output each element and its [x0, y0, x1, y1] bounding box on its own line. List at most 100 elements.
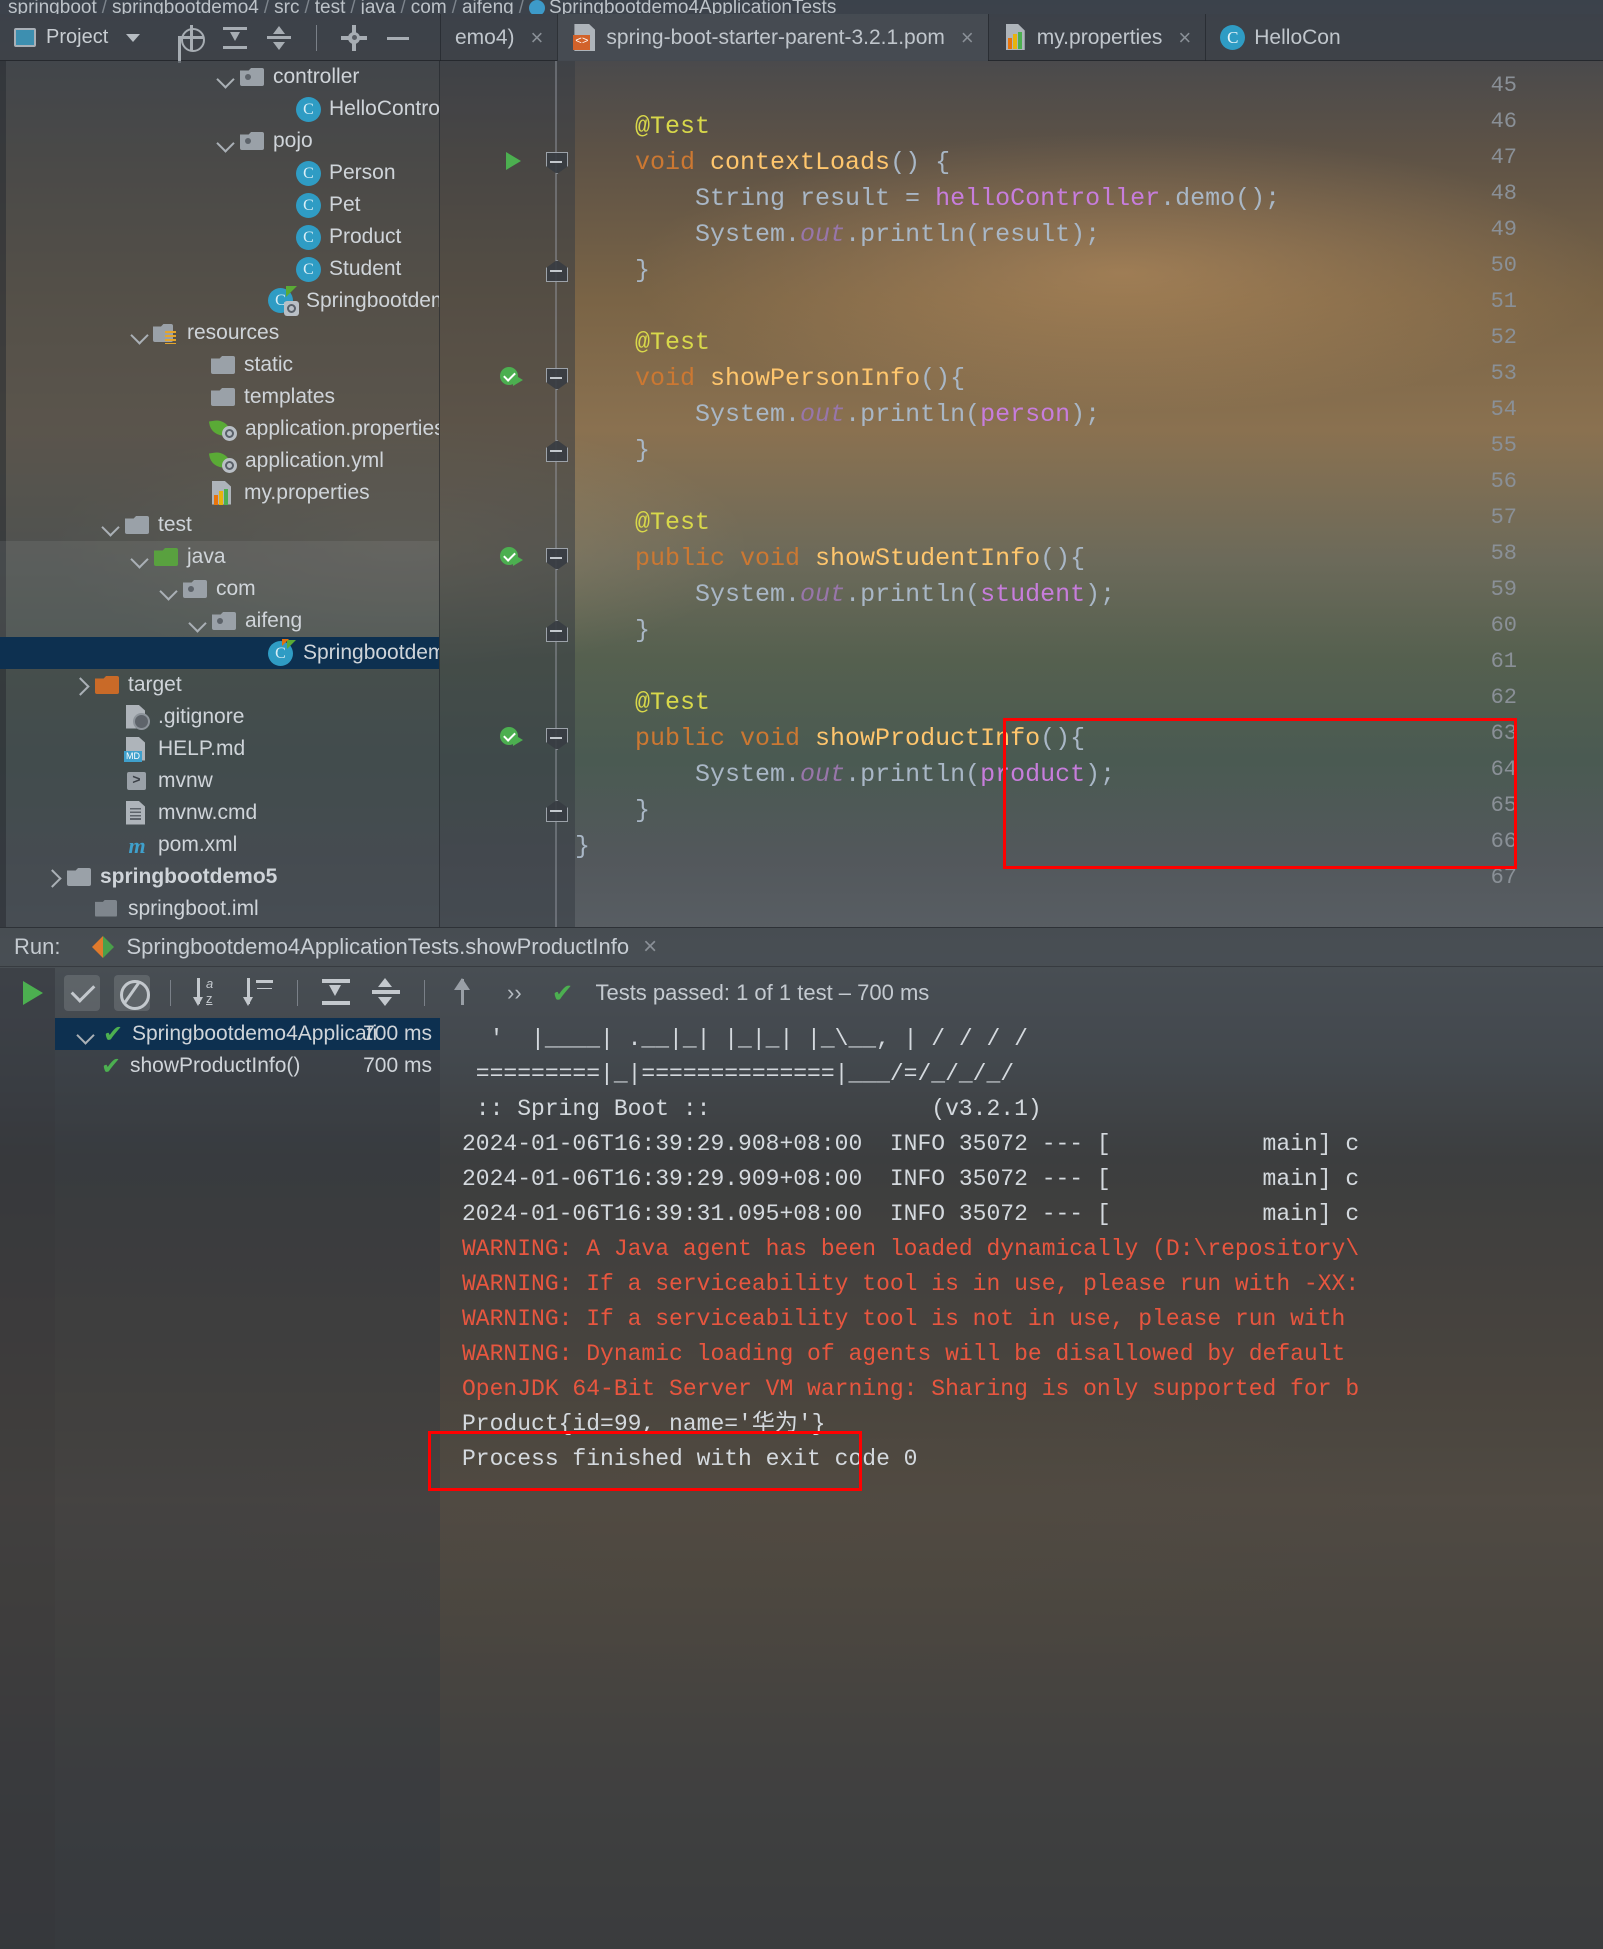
show-ignored-icon[interactable]	[114, 975, 150, 1011]
tree-item-com[interactable]: com	[0, 573, 439, 605]
rerun-test-gutter-icon[interactable]	[500, 545, 526, 571]
tree-item-hellocontrolle[interactable]: C HelloControlle	[0, 93, 439, 125]
console-line: WARNING: Dynamic loading of agents will …	[462, 1341, 1360, 1367]
tree-item-label: HelloControlle	[329, 97, 440, 120]
code-token: void	[635, 148, 711, 177]
tree-item-application-properties[interactable]: application.properties	[0, 413, 439, 445]
collapse-all-icon[interactable]	[266, 25, 292, 51]
tree-item-springbootdemo4[interactable]: Springbootdemo4	[0, 637, 439, 669]
code-line: }	[575, 433, 1603, 469]
minimize-icon[interactable]	[385, 25, 411, 51]
code-token: }	[575, 832, 591, 861]
tree-item-mvnw[interactable]: mvnw	[0, 765, 439, 797]
tree-item-label: Springbootdemo4	[303, 641, 439, 664]
code-fold-handle[interactable]	[546, 548, 566, 568]
collapse-all-icon[interactable]	[368, 975, 404, 1011]
sort-alphabetically-icon[interactable]: az	[191, 975, 227, 1011]
test-passed-icon: ✔	[102, 1020, 124, 1048]
expand-all-icon[interactable]	[318, 975, 354, 1011]
close-icon[interactable]: ×	[643, 933, 657, 961]
locate-icon[interactable]	[178, 24, 206, 52]
tree-item-label: Person	[329, 161, 396, 184]
tab-my-properties[interactable]: my.properties ×	[987, 14, 1206, 61]
tree-item-static[interactable]: static	[0, 349, 439, 381]
code-fold-handle[interactable]	[546, 800, 566, 820]
tree-item-java[interactable]: java	[0, 541, 439, 573]
toolbar-divider	[170, 980, 171, 1006]
tree-item-help-md[interactable]: HELP.md	[0, 733, 439, 765]
run-test-gutter-icon[interactable]	[500, 149, 526, 175]
console-line: Process finished with exit code 0	[462, 1446, 918, 1472]
tree-item-springbootdemo5[interactable]: springbootdemo5	[0, 861, 439, 893]
project-tool-window-label[interactable]: Project	[46, 26, 108, 49]
tab-label: my.properties	[1036, 25, 1163, 49]
close-icon[interactable]: ×	[531, 25, 544, 51]
run-config-name[interactable]: Springbootdemo4ApplicationTests.showProd…	[126, 934, 629, 960]
tab-spring-boot-starter-parent-pom[interactable]: spring-boot-starter-parent-3.2.1.pom ×	[557, 14, 988, 61]
code-token: .demo();	[1160, 184, 1281, 213]
tab-hellocontroller[interactable]: C HelloCon	[1205, 14, 1354, 61]
tree-item-label: aifeng	[245, 609, 303, 632]
tree-item-aifeng[interactable]: aifeng	[0, 605, 439, 637]
rerun-icon[interactable]	[14, 975, 50, 1011]
tree-item-mvnw-cmd[interactable]: mvnw.cmd	[0, 797, 439, 829]
run-left-rail	[0, 968, 55, 1949]
tree-item-springbootdemo4[interactable]: Springbootdemo4	[0, 285, 439, 317]
tree-item-person[interactable]: C Person	[0, 157, 439, 189]
tree-item-target[interactable]: target	[0, 669, 439, 701]
tab-demo4[interactable]: emo4) ×	[440, 14, 557, 61]
test-results-tree[interactable]: ✔ Springbootdemo4Applicati 700 ms ✔ showProd…	[55, 1018, 440, 1949]
tree-item-label: pom.xml	[158, 833, 238, 856]
show-passed-icon[interactable]	[64, 975, 100, 1011]
code-fold-handle[interactable]	[546, 152, 566, 172]
code-text-area[interactable]: @Test void contextLoads() { String resul…	[575, 61, 1603, 927]
console-output[interactable]: ' |____| .__|_| |_|_| |_\__, | / / / / =…	[440, 1018, 1603, 1949]
sort-by-duration-icon[interactable]	[241, 975, 277, 1011]
code-fold-handle[interactable]	[546, 728, 566, 748]
code-line: System.out.println(student);	[575, 577, 1603, 613]
tree-item-springboot-iml[interactable]: springboot.iml	[0, 893, 439, 925]
tree-item-controller[interactable]: controller	[0, 61, 439, 93]
rerun-test-gutter-icon[interactable]	[500, 365, 526, 391]
previous-failed-icon[interactable]	[445, 975, 481, 1011]
run-tool-window[interactable]: Run: Springbootdemo4ApplicationTests.sho…	[0, 927, 1603, 1949]
tree-item-templates[interactable]: templates	[0, 381, 439, 413]
code-fold-handle[interactable]	[546, 440, 566, 460]
expand-all-icon[interactable]	[222, 25, 248, 51]
tree-item-label: Springbootdemo4	[306, 289, 439, 312]
code-token: .println(result);	[845, 220, 1101, 249]
code-editor[interactable]: 45 46 47 48 49 50 51 52 53 54 55 56 57 58 59 60 61 62 63 64…	[440, 61, 1603, 927]
code-line: public void showProductInfo(){	[575, 721, 1603, 757]
code-token: helloController	[935, 184, 1161, 213]
project-tree-panel[interactable]: controller C HelloControlle pojo C Person C Pet…	[0, 61, 440, 927]
code-token: }	[575, 256, 651, 285]
shell-script-icon	[124, 769, 150, 794]
tree-item-application-yml[interactable]: application.yml	[0, 445, 439, 477]
more-icon[interactable]: ››	[507, 980, 522, 1006]
rerun-test-gutter-icon[interactable]	[500, 725, 526, 751]
tree-item-student[interactable]: C Student	[0, 253, 439, 285]
tree-item-pom-xml[interactable]: m pom.xml	[0, 829, 439, 861]
java-class-icon: C	[296, 160, 321, 186]
tree-item-pojo[interactable]: pojo	[0, 125, 439, 157]
tree-item-resources[interactable]: resources	[0, 317, 439, 349]
test-tree-row[interactable]: ✔ Springbootdemo4Applicati 700 ms	[55, 1018, 440, 1050]
tree-item-test[interactable]: test	[0, 509, 439, 541]
close-icon[interactable]: ×	[961, 25, 974, 51]
close-icon[interactable]: ×	[1178, 25, 1191, 51]
code-fold-handle[interactable]	[546, 620, 566, 640]
tree-item-product[interactable]: C Product	[0, 221, 439, 253]
tree-item-pet[interactable]: C Pet	[0, 189, 439, 221]
tree-item-gitignore[interactable]: .gitignore	[0, 701, 439, 733]
tree-item-label: java	[187, 545, 226, 568]
chevron-down-icon[interactable]	[126, 33, 141, 42]
breadcrumb: springboot / springbootdemo4/src / test / java…	[0, 0, 1603, 14]
package-folder-icon	[239, 130, 265, 152]
gear-icon[interactable]	[341, 24, 368, 51]
code-fold-handle[interactable]	[546, 260, 566, 280]
tree-item-my-properties[interactable]: my.properties	[0, 477, 439, 509]
console-line: WARNING: If a serviceability tool is not…	[462, 1306, 1360, 1332]
test-tree-row[interactable]: ✔ showProductInfo() 700 ms	[55, 1050, 440, 1082]
code-fold-handle[interactable]	[546, 368, 566, 388]
